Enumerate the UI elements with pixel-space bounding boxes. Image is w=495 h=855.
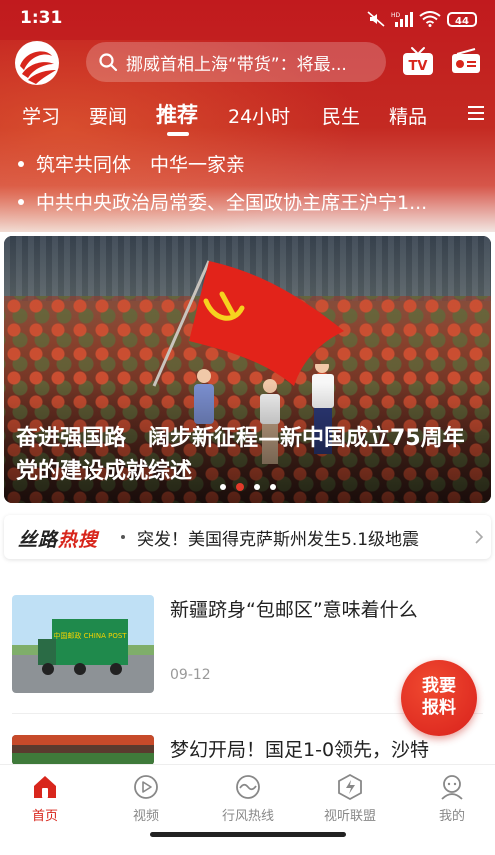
- banner-carousel[interactable]: 奋进强国路 阔步新征程—新中国成立75周年党的建设成就综述: [4, 236, 491, 503]
- top-bar: 挪威首相上海“带货”：将最... TV: [0, 40, 495, 86]
- video-icon: [134, 775, 158, 799]
- bottom-tab-alliance[interactable]: 视听联盟: [305, 773, 395, 824]
- banner-caption: 奋进强国路 阔步新征程—新中国成立75周年党的建设成就综述: [16, 426, 465, 484]
- carousel-dot[interactable]: [220, 484, 226, 490]
- bottom-tab-home[interactable]: 首页: [0, 773, 90, 824]
- tab-24hours[interactable]: 24小时: [228, 102, 290, 129]
- logo-icon[interactable]: [12, 40, 62, 86]
- headline-text: 中共中央政治局常委、全国政协主席王沪宁1...: [36, 192, 428, 214]
- tab-study[interactable]: 学习: [22, 102, 60, 129]
- news-title: 新疆跻身“包邮区”意味着什么: [170, 599, 418, 621]
- headline-item[interactable]: 中共中央政治局常委、全国政协主席王沪宁1...: [18, 188, 427, 215]
- channel-tabs: 学习 要闻 推荐 24小时 民生 精品: [0, 96, 495, 136]
- bottom-tab-hotline[interactable]: 行风热线: [203, 773, 293, 824]
- menu-icon[interactable]: [466, 104, 486, 122]
- mute-icon: [367, 11, 385, 27]
- search-bar[interactable]: 挪威首相上海“带货”：将最...: [86, 42, 386, 82]
- bottom-tab-label: 行风热线: [221, 809, 274, 824]
- carousel-dots: [220, 483, 276, 491]
- truck-label: 中国邮政 CHINA POST: [53, 631, 127, 640]
- tab-news[interactable]: 要闻: [89, 102, 127, 129]
- report-news-button[interactable]: 我要 报料: [401, 660, 477, 736]
- news-date: 09-12: [170, 667, 211, 683]
- tab-selected[interactable]: 精品: [389, 102, 427, 129]
- carousel-dot-active[interactable]: [236, 483, 244, 491]
- stadium-image: [12, 735, 154, 765]
- chevron-right-icon: [475, 530, 484, 544]
- bullet-icon: [18, 160, 24, 167]
- search-placeholder: 挪威首相上海“带货”：将最...: [126, 54, 347, 75]
- radio-icon[interactable]: [451, 48, 481, 74]
- brand-part-highlight: 热搜: [58, 529, 99, 551]
- profile-icon: [441, 775, 463, 800]
- bottom-tab-profile[interactable]: 我的: [407, 773, 495, 824]
- status-bar: 1:31 HD 44: [0, 0, 495, 36]
- tv-icon[interactable]: TV: [402, 46, 434, 76]
- svg-text:HD: HD: [391, 12, 401, 19]
- battery-indicator: 44: [447, 11, 477, 27]
- tab-recommended[interactable]: 推荐: [156, 99, 198, 129]
- alliance-icon: [338, 773, 362, 801]
- tab-livelihood[interactable]: 民生: [322, 102, 360, 129]
- carousel-dot[interactable]: [254, 484, 260, 490]
- bullet-icon: [18, 198, 24, 205]
- hot-search-text: 突发！美国得克萨斯州发生5.1级地震: [137, 530, 420, 550]
- headline-item[interactable]: 筑牢共同体 中华一家亲: [18, 150, 245, 177]
- bottom-tab-label: 视频: [132, 809, 159, 824]
- separator-dot: [121, 535, 125, 539]
- home-icon: [34, 776, 56, 798]
- report-button-line1: 我要: [422, 676, 456, 696]
- news-thumbnail: [12, 735, 154, 765]
- hotline-icon: [236, 775, 260, 799]
- search-icon: [99, 53, 118, 72]
- status-icons: HD 44: [367, 9, 477, 29]
- bottom-tab-label: 视听联盟: [323, 809, 376, 824]
- brand-part: 丝路: [18, 529, 59, 551]
- bottom-tab-video[interactable]: 视频: [101, 773, 191, 824]
- wifi-icon: [419, 11, 441, 27]
- hot-search-ticker[interactable]: 丝路热搜 突发！美国得克萨斯州发生5.1级地震: [4, 515, 491, 559]
- svg-text:TV: TV: [409, 59, 428, 74]
- active-tab-indicator: [167, 132, 189, 136]
- hot-search-brand: 丝路热搜: [18, 525, 98, 552]
- status-time: 1:31: [20, 8, 63, 28]
- bottom-tab-label: 首页: [31, 809, 58, 824]
- post-truck-image: 中国邮政 CHINA POST: [12, 595, 154, 693]
- news-thumbnail: 中国邮政 CHINA POST: [12, 595, 154, 693]
- report-button-line2: 报料: [422, 698, 456, 718]
- home-indicator: [150, 832, 346, 837]
- signal-icon: HD: [391, 12, 413, 27]
- headline-text: 筑牢共同体 中华一家亲: [36, 154, 246, 176]
- bottom-tab-label: 我的: [438, 809, 465, 824]
- carousel-dot[interactable]: [270, 484, 276, 490]
- header: 1:31 HD 44 挪威首相上海“带货”：将最... TV 学习 要闻 推荐 …: [0, 0, 495, 232]
- news-title: 梦幻开局！国足1-0领先，沙特: [170, 739, 430, 761]
